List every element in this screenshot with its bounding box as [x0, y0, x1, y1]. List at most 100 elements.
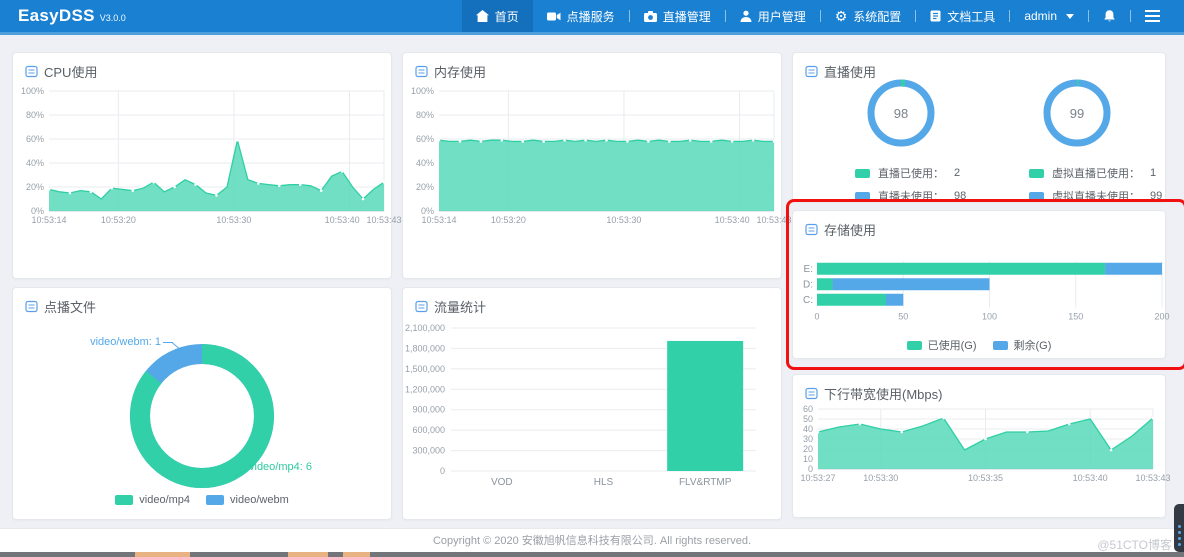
watermark: @51CTO博客 [1097, 538, 1172, 552]
memory-usage-chart: 100% 80% 60% 40% 20% 0% 10:53:14 10:53:20 10:53:… [403, 83, 792, 233]
legend-label: 直播已使用： [878, 168, 944, 180]
svg-text:10:53:30: 10:53:30 [606, 215, 641, 225]
svg-text:D:: D: [803, 279, 813, 290]
svg-text:10:53:40: 10:53:40 [325, 215, 360, 225]
live-camera-icon [643, 10, 657, 22]
legend-item[interactable]: 直播已使用： 2 [855, 165, 966, 181]
list-icon [805, 65, 818, 78]
svg-text:10:53:43: 10:53:43 [366, 215, 401, 225]
brand-logo[interactable]: EasyDSS V3.0.0 [0, 6, 126, 26]
nav-item-live-management[interactable]: 直播管理 [630, 0, 725, 32]
svg-text:30: 30 [803, 434, 813, 444]
svg-text:900,000: 900,000 [412, 405, 445, 415]
svg-text:300,000: 300,000 [412, 446, 445, 456]
panel-title: CPU使用 [13, 53, 391, 81]
svg-text:98: 98 [894, 106, 908, 121]
home-icon [475, 10, 489, 22]
legend-swatch-blue [206, 495, 225, 505]
svg-text:10:53:43: 10:53:43 [1135, 473, 1170, 483]
legend-label: video/webm [230, 494, 289, 506]
panel-title: 点播文件 [13, 288, 391, 316]
panel-title-text: 点播文件 [44, 300, 97, 315]
svg-text:0: 0 [440, 466, 445, 476]
nav-item-label: 直播管理 [662, 9, 711, 24]
bandwidth-usage-chart: 60 50 40 30 20 10 0 10:53:27 10:53:30 10:53:35 10:… [797, 401, 1170, 487]
legend-value: 98 [954, 190, 967, 202]
nav-item-doc-tools[interactable]: 文档工具 [916, 0, 1009, 32]
panel-live-usage: 直播使用 98 99 直播已使用： 2 直播未使用： 98 虚拟直播已使用： 1 [792, 52, 1166, 204]
panel-memory-usage: 内存使用 100% 80% 60% 40% 20% 0% 10:53:14 10:53:20 1… [402, 52, 792, 279]
svg-text:1,500,000: 1,500,000 [405, 364, 445, 374]
legend-item[interactable]: 剩余(G) [992, 337, 1052, 353]
svg-text:80%: 80% [416, 110, 434, 120]
legend-swatch-green [855, 168, 870, 178]
svg-text:10:53:14: 10:53:14 [421, 215, 456, 225]
legend-item[interactable]: 虚拟直播已使用： 1 [1029, 165, 1162, 181]
notification-bell[interactable] [1089, 0, 1130, 32]
floating-side-widget[interactable] [1174, 504, 1184, 552]
legend-swatch-blue [855, 191, 870, 201]
svg-text:10:53:20: 10:53:20 [101, 215, 136, 225]
svg-text:200: 200 [1154, 312, 1169, 322]
nav-item-label: 系统配置 [853, 9, 902, 24]
virtual-live-donut-legend: 虚拟直播已使用： 1 虚拟直播未使用： 99 [1029, 165, 1162, 204]
admin-menu[interactable]: admin [1010, 0, 1088, 32]
nav-item-user-management[interactable]: 用户管理 [726, 0, 820, 32]
panel-storage-usage: 存储使用 0 50 100 150 200 E: D: C: 已使用(G) 剩余(G) [792, 210, 1170, 359]
svg-text:100: 100 [982, 312, 997, 322]
user-icon [740, 10, 752, 22]
svg-text:1,800,000: 1,800,000 [405, 343, 445, 353]
legend-swatch-green [115, 495, 134, 505]
panel-title: 流量统计 [403, 288, 781, 316]
copyright-text: Copyright © 2020 安徽旭帆信息科技有限公司. All right… [432, 535, 752, 547]
nav-item-system-config[interactable]: ⚙ 系统配置 [821, 0, 916, 32]
svg-text:100%: 100% [411, 86, 434, 96]
top-navbar: EasyDSS V3.0.0 首页 点播服务 直播管理 用户管理 ⚙ 系统配置 … [0, 0, 1184, 35]
brand-version: V3.0.0 [99, 13, 126, 23]
svg-text:60: 60 [803, 404, 813, 414]
cpu-usage-chart: 100% 80% 60% 40% 20% 0% 10:53:14 10:53:20 10:53:… [13, 83, 402, 233]
panel-title: 下行带宽使用(Mbps) [793, 375, 1165, 403]
legend-item[interactable]: 已使用(G) [906, 337, 977, 353]
legend-label: 已使用(G) [927, 340, 977, 352]
nav-item-label: 用户管理 [757, 9, 806, 24]
legend-swatch-green [906, 340, 922, 350]
legend-item[interactable]: video/webm [206, 494, 289, 506]
legend-swatch-blue [992, 340, 1008, 350]
live-donut-legend: 直播已使用： 2 直播未使用： 98 [855, 165, 966, 204]
list-icon [415, 65, 428, 78]
nav-item-vod-service[interactable]: 点播服务 [533, 0, 629, 32]
svg-text:10:53:27: 10:53:27 [800, 473, 835, 483]
legend-value: 1 [1150, 167, 1157, 179]
svg-text:150: 150 [1068, 312, 1083, 322]
hamburger-icon [1145, 10, 1160, 22]
list-icon [25, 300, 38, 313]
legend-item[interactable]: 虚拟直播未使用： 99 [1029, 188, 1162, 204]
legend-label: 直播未使用： [878, 191, 944, 203]
panel-title-text: CPU使用 [44, 65, 98, 80]
svg-text:10:53:14: 10:53:14 [31, 215, 66, 225]
menu-toggle[interactable] [1131, 0, 1174, 32]
svg-text:80%: 80% [26, 110, 44, 120]
legend-item[interactable]: 直播未使用： 98 [855, 188, 966, 204]
legend-item[interactable]: video/mp4 [115, 494, 190, 506]
list-icon [25, 65, 38, 78]
vod-legend: video/mp4 video/webm [13, 494, 391, 506]
legend-label: 虚拟直播未使用： [1052, 191, 1140, 203]
traffic-stats-bar-chart: 2,100,000 1,800,000 1,500,000 1,200,000 900,… [403, 316, 781, 496]
panel-title: 存储使用 [793, 211, 1165, 239]
svg-text:20%: 20% [26, 182, 44, 192]
nav-item-home[interactable]: 首页 [461, 0, 533, 32]
nav-item-label: 点播服务 [566, 9, 615, 24]
legend-value: 99 [1150, 190, 1163, 202]
panel-vod-files: 点播文件 video/webm: 1 video/mp4: 6 video/mp… [12, 287, 392, 520]
legend-label: 剩余(G) [1013, 340, 1052, 352]
chevron-down-icon [1066, 13, 1074, 19]
bell-icon [1103, 9, 1116, 23]
admin-menu-label: admin [1024, 9, 1057, 23]
svg-text:20: 20 [803, 444, 813, 454]
list-icon [805, 387, 818, 400]
svg-text:0: 0 [814, 312, 819, 322]
svg-text:50: 50 [898, 312, 908, 322]
legend-label: video/mp4 [139, 494, 191, 506]
